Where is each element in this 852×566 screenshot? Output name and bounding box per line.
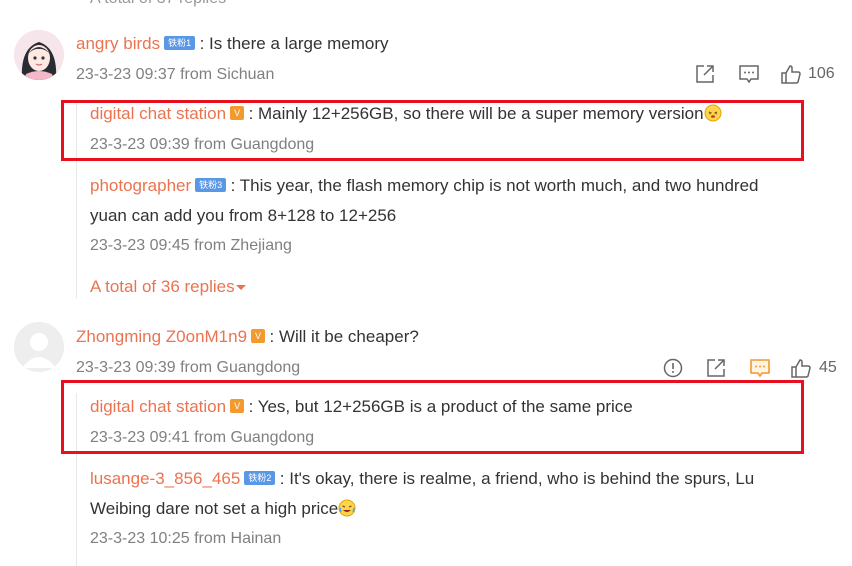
verified-badge[interactable]: V bbox=[251, 328, 266, 343]
laughing-tears-emoji-icon bbox=[338, 499, 356, 517]
like-count: 106 bbox=[808, 65, 835, 82]
reply-text: : Yes, but 12+256GB is a product of the … bbox=[248, 397, 633, 416]
reply-2-2-meta: 23-3-23 10:25 from Hainan bbox=[90, 530, 282, 547]
verified-badge[interactable]: V bbox=[230, 398, 245, 413]
comment-2-text: : Will it be cheaper? bbox=[269, 327, 419, 346]
fan-badge[interactable]: 铁粉2 bbox=[244, 470, 276, 485]
reply-username[interactable]: photographer bbox=[90, 176, 191, 195]
avatar-image bbox=[14, 30, 64, 80]
reply-1-1-meta: 23-3-23 09:39 from Guangdong bbox=[90, 136, 315, 153]
reply-2-1-header: digital chat station V : Yes, but 12+256G… bbox=[90, 397, 633, 417]
fan-badge[interactable]: 铁粉3 bbox=[195, 177, 227, 192]
comment-icon-active[interactable] bbox=[749, 357, 771, 379]
comment-1-header: angry birds 铁粉1 : Is there a large memory bbox=[76, 34, 389, 54]
caret-down-icon bbox=[235, 279, 247, 296]
share-icon[interactable] bbox=[694, 63, 716, 85]
more-replies-label: A total of 36 replies bbox=[90, 277, 235, 296]
share-icon[interactable] bbox=[705, 357, 727, 379]
comment-2-actions: 45 bbox=[662, 357, 837, 379]
comment-1-text: : Is there a large memory bbox=[199, 34, 389, 53]
like-icon[interactable] bbox=[790, 357, 812, 379]
reply-username[interactable]: digital chat station bbox=[90, 104, 226, 123]
comment-1-username[interactable]: angry birds bbox=[76, 34, 160, 53]
reply-text-continued-wrap: Weibing dare not set a high price bbox=[90, 499, 356, 519]
report-icon[interactable] bbox=[662, 357, 684, 379]
reply-2-2-header: lusange-3_856_465 铁粉2 : It's okay, there … bbox=[90, 469, 754, 489]
cute-face-emoji-icon bbox=[704, 104, 722, 122]
comment-2-header: Zhongming Z0onM1n9 V : Will it be cheaper… bbox=[76, 327, 419, 347]
reply-1-2-meta: 23-3-23 09:45 from Zhejiang bbox=[90, 237, 292, 254]
comment-2-meta: 23-3-23 09:39 from Guangdong bbox=[76, 359, 301, 376]
previous-replies-fragment: A total of 37 replies bbox=[90, 0, 226, 8]
reply-text-continued: Weibing dare not set a high price bbox=[90, 499, 339, 518]
like-count: 45 bbox=[819, 359, 837, 376]
reply-text: : Mainly 12+256GB, so there will be a su… bbox=[248, 104, 704, 123]
comment-1-meta: 23-3-23 09:37 from Sichuan bbox=[76, 66, 275, 83]
like-icon[interactable] bbox=[780, 63, 802, 85]
comment-2-username[interactable]: Zhongming Z0onM1n9 bbox=[76, 327, 247, 346]
verified-badge[interactable]: V bbox=[230, 105, 245, 120]
reply-username[interactable]: digital chat station bbox=[90, 397, 226, 416]
reply-username[interactable]: lusange-3_856_465 bbox=[90, 469, 240, 488]
reply-1-1-header: digital chat station V : Mainly 12+256GB,… bbox=[90, 104, 722, 124]
reply-2-1-meta: 23-3-23 09:41 from Guangdong bbox=[90, 429, 315, 446]
fan-badge[interactable]: 铁粉1 bbox=[164, 35, 196, 50]
reply-1-2-header: photographer 铁粉3 : This year, the flash m… bbox=[90, 176, 759, 196]
reply-text-continued: yuan can add you from 8+128 to 12+256 bbox=[90, 206, 397, 225]
default-avatar-icon bbox=[14, 322, 64, 372]
reply-text: : This year, the flash memory chip is no… bbox=[230, 176, 759, 195]
more-replies-link[interactable]: A total of 36 replies bbox=[90, 277, 247, 297]
comment-icon[interactable] bbox=[738, 63, 760, 85]
avatar-angry-birds[interactable] bbox=[14, 30, 64, 80]
comment-1-actions: 106 bbox=[694, 63, 835, 85]
reply-text: : It's okay, there is realme, a friend, … bbox=[279, 469, 755, 488]
avatar-zhongming[interactable] bbox=[14, 322, 64, 372]
